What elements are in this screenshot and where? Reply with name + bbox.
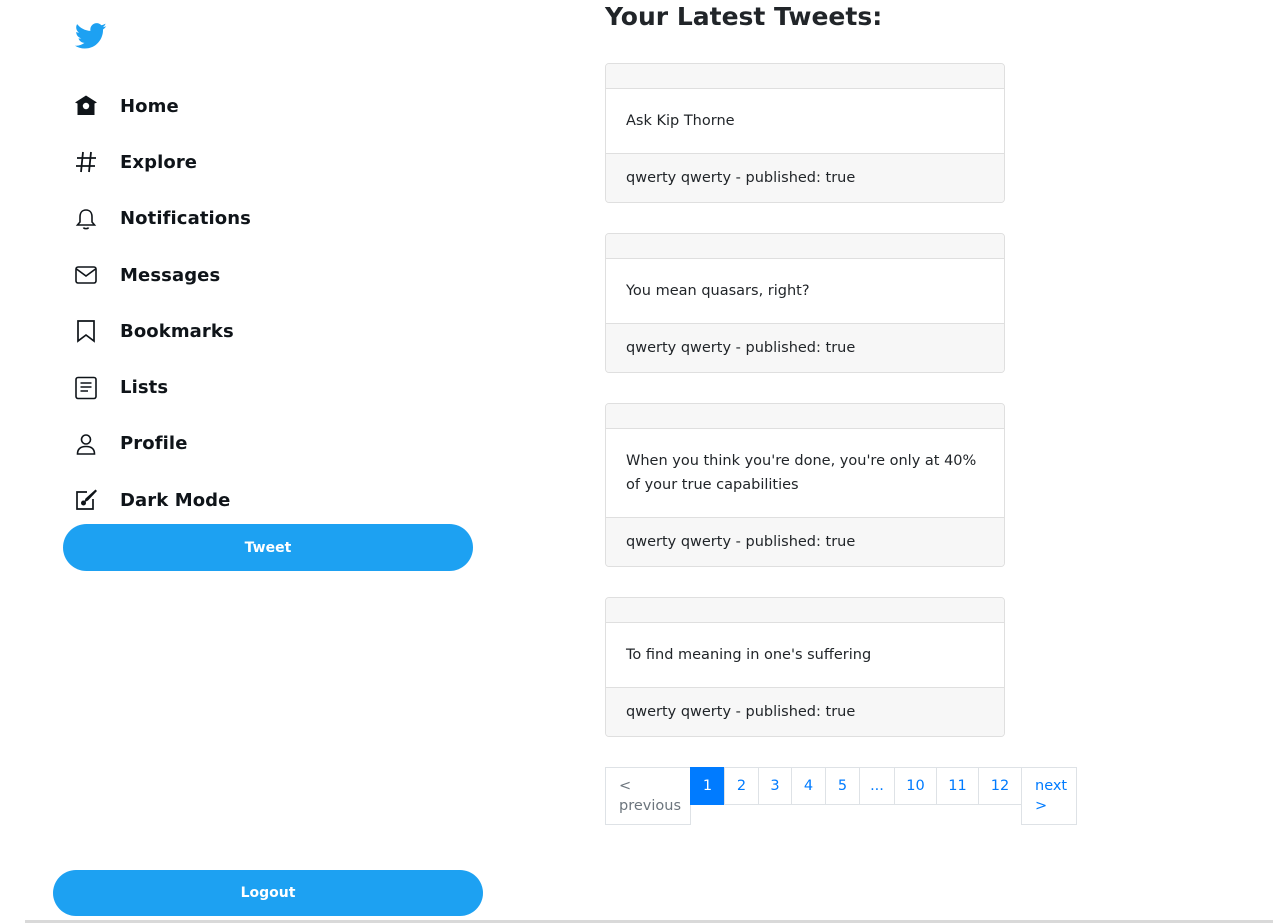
logout-button[interactable]: Logout [53,870,483,916]
sidebar-item-label: Dark Mode [120,489,231,511]
pagination-page[interactable]: 3 [758,767,792,805]
tweet-text: To find meaning in one's suffering [606,623,1004,688]
pagination-previous-arrow: < [619,778,632,794]
sidebar-item-messages[interactable]: Messages [74,247,251,303]
pagination-next-arrow: > [1035,798,1048,814]
tweet-card-header [606,404,1004,429]
sidebar-item-label: Messages [120,264,221,286]
pencil-square-icon [74,488,98,512]
pagination-page[interactable]: 12 [978,767,1022,805]
tweet-card-header [606,234,1004,259]
tweet-footer: qwerty qwerty - published: true [606,518,1004,566]
sidebar-item-label: Home [120,95,179,117]
pagination-previous[interactable]: < previous [605,767,691,825]
sidebar-item-label: Notifications [120,208,251,230]
tweet-card: Ask Kip Thorne qwerty qwerty - published… [605,63,1005,203]
tweet-footer: qwerty qwerty - published: true [606,688,1004,736]
twitter-bird-icon[interactable] [74,20,108,52]
tweet-footer: qwerty qwerty - published: true [606,154,1004,202]
tweet-text: When you think you're done, you're only … [606,429,1004,518]
tweet-text: You mean quasars, right? [606,259,1004,324]
sidebar-item-home[interactable]: Home [74,78,251,134]
pagination-page[interactable]: 1 [690,767,725,805]
tweet-text: Ask Kip Thorne [606,89,1004,154]
pagination-page[interactable]: 11 [936,767,979,805]
list-icon [74,376,98,400]
sidebar-item-label: Profile [120,433,188,455]
tweet-card-header [606,64,1004,89]
sidebar-item-lists[interactable]: Lists [74,359,251,415]
pagination-ellipsis[interactable]: ... [859,767,895,805]
tweet-footer: qwerty qwerty - published: true [606,324,1004,372]
sidebar-item-dark-mode[interactable]: Dark Mode [74,472,251,528]
home-icon [74,94,98,118]
pagination-page[interactable]: 2 [724,767,759,805]
pagination-page[interactable]: 5 [825,767,860,805]
envelope-icon [74,263,98,287]
tweet-card: To find meaning in one's suffering qwert… [605,597,1005,737]
tweet-card: When you think you're done, you're only … [605,403,1005,567]
sidebar-item-label: Bookmarks [120,320,234,342]
page-title: Your Latest Tweets: [605,2,883,31]
pagination-page[interactable]: 10 [894,767,937,805]
bookmark-icon [74,319,98,344]
pagination-next-label: next [1035,778,1068,794]
pagination-previous-label: previous [619,798,681,814]
person-icon [74,432,98,456]
sidebar-item-label: Lists [120,377,169,399]
tweet-button[interactable]: Tweet [63,524,473,571]
sidebar-item-notifications[interactable]: Notifications [74,191,251,247]
pagination-page[interactable]: 4 [791,767,826,805]
sidebar-item-explore[interactable]: Explore [74,134,251,190]
sidebar-item-label: Explore [120,151,198,173]
tweet-card-header [606,598,1004,623]
hashtag-icon [74,150,98,174]
bell-icon [74,207,98,231]
pagination-next[interactable]: next > [1021,767,1077,825]
sidebar-item-bookmarks[interactable]: Bookmarks [74,303,251,359]
tweet-card: You mean quasars, right? qwerty qwerty -… [605,233,1005,373]
sidebar-item-profile[interactable]: Profile [74,416,251,472]
sidebar: Home Explore Notifications Messages Book… [0,0,560,923]
sidebar-nav: Home Explore Notifications Messages Book… [74,78,251,528]
